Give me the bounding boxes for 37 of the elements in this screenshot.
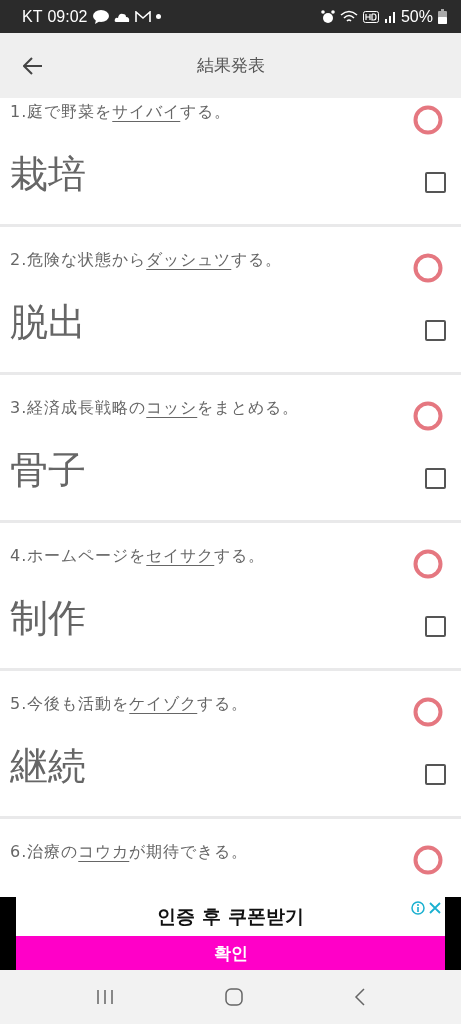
chat-bubble-icon — [92, 9, 109, 24]
clock-time: 09:02 — [47, 7, 88, 26]
carrier-label: KT — [22, 7, 43, 26]
screen-title: 結果発表 — [195, 54, 266, 77]
question-text: 3.経済成長戦略のコッシ をまとめる。 — [10, 398, 301, 419]
question-text: 6.治療のコウカが期待できる。 — [10, 842, 250, 863]
battery-icon — [438, 9, 447, 24]
back-icon[interactable] — [353, 988, 366, 1006]
wifi-icon — [339, 9, 358, 24]
answer-text: 骨子 — [10, 447, 87, 494]
answer-text: 継続 — [10, 743, 87, 790]
alarm-icon — [320, 9, 335, 24]
recent-apps-icon[interactable] — [95, 989, 114, 1005]
answer-text: 脱出 — [10, 299, 87, 346]
checkbox[interactable] — [425, 468, 446, 489]
confirm-button[interactable]: 확인 — [16, 936, 445, 970]
answer-text: 栽培 — [10, 151, 87, 198]
home-icon[interactable] — [224, 988, 243, 1006]
close-icon[interactable] — [429, 902, 441, 914]
signal-icon — [383, 10, 396, 23]
checkbox[interactable] — [425, 764, 446, 785]
cloud-icon — [113, 11, 130, 22]
checkbox[interactable] — [425, 172, 446, 193]
battery-percentage: 50% — [400, 7, 433, 26]
question-text: 4.ホームページをセイサクする。 — [10, 546, 267, 567]
checkbox[interactable] — [425, 616, 446, 637]
dot-icon — [155, 14, 161, 19]
question-text: 1.庭で野菜をサイバイする。 — [10, 102, 233, 123]
info-icon[interactable] — [411, 901, 425, 915]
hd-icon — [362, 10, 379, 23]
question-text: 2.危険な状態から ダッシュツする。 — [10, 250, 284, 271]
checkbox[interactable] — [425, 320, 446, 341]
mail-icon — [134, 10, 151, 23]
ad-headline: 인증 후 쿠폰받기 — [157, 903, 304, 929]
answer-text: 制作 — [10, 595, 87, 642]
question-text: 5.今後も活動をケイゾクする。 — [10, 694, 250, 715]
back-arrow-icon[interactable] — [23, 56, 43, 75]
